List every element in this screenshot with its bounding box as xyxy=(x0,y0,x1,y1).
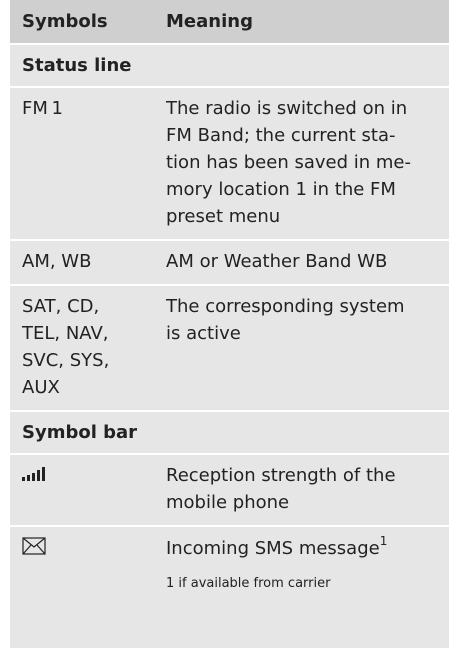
symbol-cell: AM, WB xyxy=(22,251,92,272)
symbol-cell xyxy=(10,462,158,516)
symbol-cell: SAT, CD, TEL, NAV, SVC, SYS, AUX xyxy=(10,293,158,401)
meaning-line: mory location 1 in the FM xyxy=(166,179,396,200)
section-status-line: Status line xyxy=(10,45,449,88)
symbol-cell xyxy=(10,535,158,562)
symbol-line: AUX xyxy=(22,377,60,398)
meaning-line: preset menu xyxy=(166,206,281,227)
envelope-icon xyxy=(22,537,46,555)
meaning-cell: The corresponding system is active xyxy=(158,293,449,401)
meaning-cell: AM or Weather Band WB xyxy=(158,248,449,275)
signal-strength-icon xyxy=(22,467,45,481)
symbol-cell: FM 1 xyxy=(22,98,63,119)
meaning-line: The corresponding system xyxy=(166,296,405,317)
section-title: Symbol bar xyxy=(22,422,138,443)
section-title: Status line xyxy=(22,55,132,76)
table-row: Incoming SMS message1 1 if available fro… xyxy=(10,527,449,650)
symbol-line: SVC, SYS, xyxy=(22,350,110,371)
meaning-line: FM Band; the current sta- xyxy=(166,125,396,146)
meaning-cell: Incoming SMS message1 xyxy=(158,535,449,562)
footnote: 1 if available from carrier xyxy=(166,576,331,591)
footnote-ref: 1 xyxy=(379,534,388,548)
meaning-line: tion has been saved in me- xyxy=(166,152,411,173)
header-symbols: Symbols xyxy=(22,11,108,32)
header-meaning: Meaning xyxy=(166,11,253,32)
symbol-line: TEL, NAV, xyxy=(22,323,109,344)
meaning-cell: The radio is switched on in FM Band; the… xyxy=(158,95,449,230)
meaning-line: Incoming SMS message xyxy=(166,538,380,559)
table-header: Symbols Meaning xyxy=(10,0,449,45)
meaning-line: The radio is switched on in xyxy=(166,98,408,119)
meaning-line: is active xyxy=(166,323,241,344)
table-row: FM 1 The radio is switched on in FM Band… xyxy=(10,88,449,241)
table-row: SAT, CD, TEL, NAV, SVC, SYS, AUX The cor… xyxy=(10,286,449,412)
table-row: Reception strength of the mobile phone xyxy=(10,455,449,527)
meaning-line: Reception strength of the xyxy=(166,465,396,486)
meaning-line: mobile phone xyxy=(166,492,290,513)
symbols-table: Symbols Meaning Status line FM 1 The rad… xyxy=(10,0,449,650)
table-row: AM, WB AM or Weather Band WB xyxy=(10,241,449,286)
meaning-line: AM or Weather Band WB xyxy=(166,251,388,272)
meaning-cell: Reception strength of the mobile phone xyxy=(158,462,449,516)
section-symbol-bar: Symbol bar xyxy=(10,412,449,455)
symbol-line: SAT, CD, xyxy=(22,296,100,317)
